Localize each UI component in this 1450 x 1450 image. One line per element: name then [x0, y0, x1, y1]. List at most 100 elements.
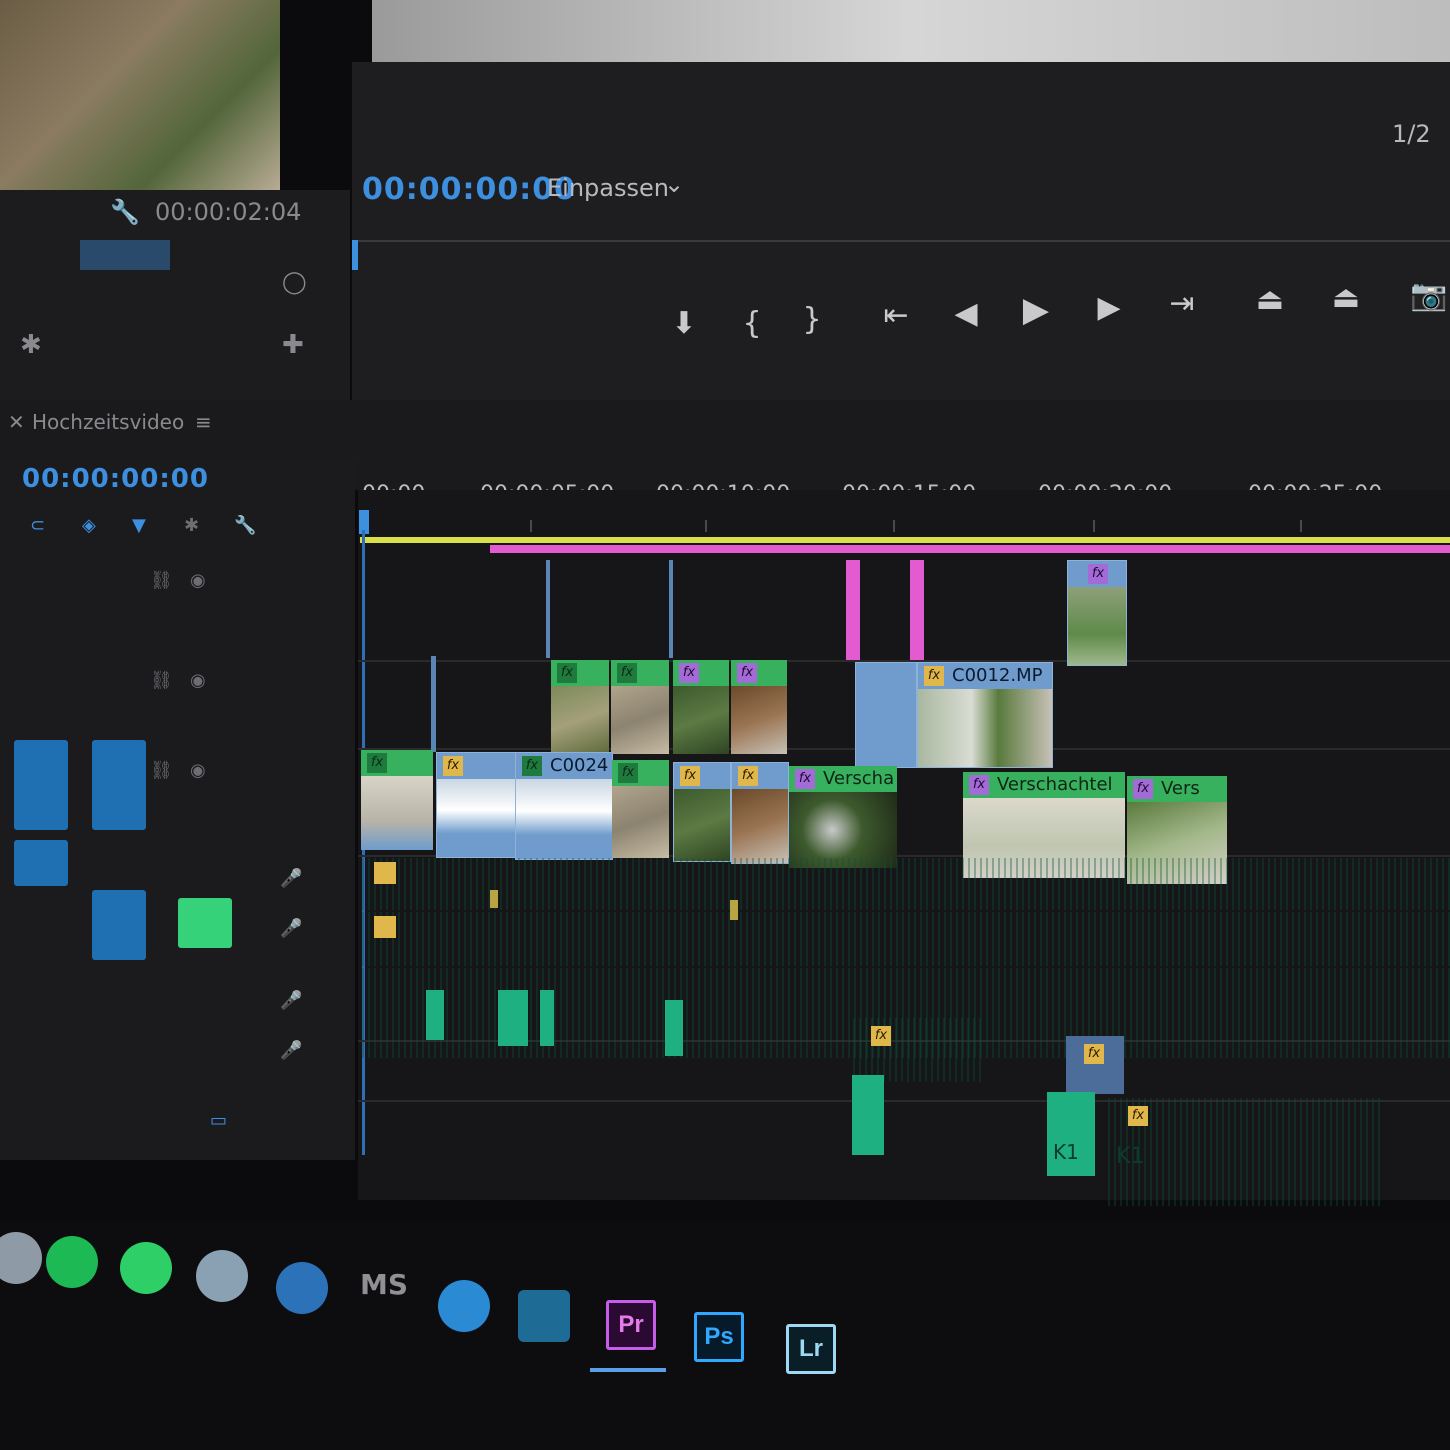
audio-clip[interactable]: [665, 1000, 683, 1056]
keyframe-icon[interactable]: [730, 900, 738, 920]
track-headers: 00:00:00:00 ⊂ ◈ ▼ ✱ 🔧 ⛓ ◉ ⛓ ◉ ⛓ ◉ 🎤 🎤 🎤 …: [0, 460, 355, 1160]
audio-clip[interactable]: [540, 990, 554, 1046]
video-clip-v1[interactable]: fx: [673, 762, 731, 862]
sequence-timecode[interactable]: 00:00:00:00: [22, 464, 209, 494]
fx-badge: fx: [924, 666, 944, 686]
step-forward-icon[interactable]: ▶: [1087, 286, 1131, 330]
video-clip-c0024[interactable]: fx C0024: [515, 752, 613, 860]
video-clip-v2[interactable]: fx: [731, 660, 787, 754]
go-to-in-icon[interactable]: ⇤: [874, 294, 918, 338]
program-playhead[interactable]: [352, 240, 358, 270]
mark-out-icon[interactable]: }: [790, 298, 834, 342]
clip-thumbnail: [516, 779, 612, 859]
microphone-icon[interactable]: 🎤: [280, 918, 302, 939]
audio-clip-fx[interactable]: fx: [853, 1018, 984, 1082]
extract-icon[interactable]: ⏏: [1324, 276, 1368, 320]
whatsapp-icon[interactable]: [120, 1242, 172, 1294]
resolution-dropdown[interactable]: 1/2: [1392, 120, 1431, 148]
close-icon[interactable]: ✕: [8, 410, 25, 434]
video-clip-v3[interactable]: fx: [1067, 560, 1127, 666]
clip-marker-thin[interactable]: [546, 560, 550, 658]
ms-icon[interactable]: MS: [360, 1268, 408, 1301]
fx-badge: fx: [1133, 779, 1153, 799]
source-patch-v1[interactable]: [14, 740, 68, 830]
video-clip-v2-blue[interactable]: [855, 662, 917, 768]
track-target-v1[interactable]: [92, 740, 146, 830]
mark-in-icon[interactable]: {: [730, 302, 774, 346]
microphone-icon[interactable]: 🎤: [280, 1040, 302, 1061]
fx-badge: fx: [1084, 1044, 1104, 1064]
fit-dropdown[interactable]: Einpassen: [547, 174, 669, 202]
settings-icon[interactable]: ✱: [20, 330, 42, 360]
clip-thumbnail: [437, 779, 515, 857]
snap-icon[interactable]: ⊂: [30, 515, 45, 536]
sync-lock-icon[interactable]: ⛓: [150, 570, 173, 591]
fx-badge: fx: [737, 663, 757, 683]
video-clip-v1[interactable]: fx: [361, 750, 433, 850]
circle-icon[interactable]: ◯: [282, 270, 307, 295]
wrench-icon[interactable]: 🔧: [234, 515, 256, 536]
eye-icon[interactable]: ◉: [190, 670, 206, 691]
add-marker-icon[interactable]: ▼: [132, 515, 146, 536]
source-patch-a1[interactable]: [14, 840, 68, 886]
audio-clip[interactable]: [852, 1075, 884, 1155]
eye-icon[interactable]: ◉: [190, 570, 206, 591]
play-icon[interactable]: ▶: [1014, 288, 1058, 332]
track-target-a1[interactable]: [92, 890, 146, 960]
clip-marker-thin[interactable]: [669, 560, 673, 658]
steam-icon[interactable]: [276, 1262, 328, 1314]
video-clip-v2[interactable]: fx: [551, 660, 609, 754]
add-marker-icon[interactable]: ⬇: [662, 302, 706, 346]
source-monitor-preview: [0, 0, 280, 190]
eye-icon[interactable]: ◉: [190, 760, 206, 781]
spotify-icon[interactable]: [46, 1236, 98, 1288]
clip-marker-thin[interactable]: [431, 656, 436, 752]
video-clip-v1[interactable]: fx: [731, 762, 789, 864]
linked-icon[interactable]: ◈: [82, 515, 96, 536]
adjustment-clip[interactable]: [846, 560, 860, 660]
video-clip-c0012[interactable]: fx C0012.MP: [917, 662, 1053, 768]
photoshop-icon[interactable]: Ps: [694, 1312, 744, 1362]
audio-clip[interactable]: [498, 990, 528, 1046]
go-to-out-icon[interactable]: ⇥: [1160, 282, 1204, 326]
audio-clip-a2[interactable]: [362, 912, 1450, 966]
solo-button-a1[interactable]: [178, 898, 232, 948]
keyframe-icon[interactable]: [490, 890, 498, 908]
audio-clip-blue[interactable]: fx: [1066, 1036, 1124, 1094]
lift-icon[interactable]: ⏏: [1248, 278, 1292, 322]
video-clip-v1[interactable]: fx: [612, 760, 669, 858]
chevron-down-icon[interactable]: ⌄: [664, 170, 684, 198]
program-ruler[interactable]: [352, 240, 1450, 242]
lightroom-icon[interactable]: Lr: [786, 1324, 836, 1374]
microphone-icon[interactable]: 🎤: [280, 868, 302, 889]
fx-badge-icon: [374, 916, 396, 938]
wrench-icon[interactable]: 🔧: [110, 198, 140, 226]
video-clip-v1[interactable]: fx: [436, 752, 516, 858]
premiere-icon[interactable]: Pr: [606, 1300, 656, 1350]
bluetooth-icon[interactable]: [438, 1280, 490, 1332]
add-icon[interactable]: ✚: [282, 330, 304, 360]
adjustment-clip[interactable]: [910, 560, 924, 660]
audio-clip[interactable]: [426, 990, 444, 1040]
audio-clip-k1[interactable]: K1: [1047, 1092, 1095, 1176]
panel-menu-icon[interactable]: ≡: [195, 410, 212, 434]
audio-clip-a1[interactable]: [362, 858, 1450, 910]
settings-icon[interactable]: ✱: [184, 515, 199, 536]
volume-value[interactable]: ▭: [210, 1110, 227, 1131]
step-back-icon[interactable]: ◀: [944, 292, 988, 336]
source-zoom-bar[interactable]: [80, 240, 170, 270]
fx-badge-icon: [374, 862, 396, 884]
globe-icon[interactable]: [196, 1250, 248, 1302]
program-timecode[interactable]: 00:00:00:00: [362, 172, 576, 207]
video-clip-v2[interactable]: fx: [611, 660, 669, 754]
sync-lock-icon[interactable]: ⛓: [150, 670, 173, 691]
camera-icon[interactable]: 📷: [1407, 274, 1450, 318]
nested-sequence-clip[interactable]: fx Verscha: [789, 766, 897, 868]
video-clip-v2[interactable]: fx: [673, 660, 729, 754]
sync-lock-icon[interactable]: ⛓: [150, 760, 173, 781]
work-area-bar[interactable]: [360, 537, 1450, 543]
files-icon[interactable]: [518, 1290, 570, 1342]
audio-clip-k1-long[interactable]: fx K1: [1108, 1098, 1382, 1206]
microphone-icon[interactable]: 🎤: [280, 990, 302, 1011]
sequence-tab[interactable]: Hochzeitsvideo: [32, 410, 184, 434]
